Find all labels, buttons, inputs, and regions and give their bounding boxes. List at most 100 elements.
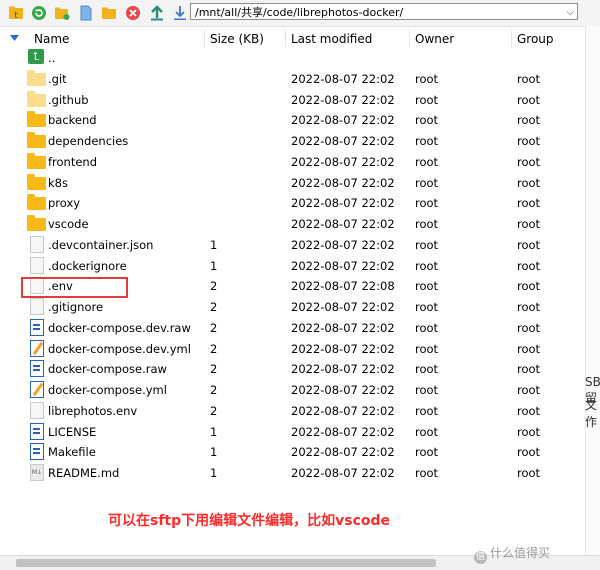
path-text: /mnt/all/共享/code/librephotos-docker/	[195, 6, 404, 19]
refresh-icon[interactable]	[31, 5, 47, 21]
file-row[interactable]: backend 2022-08-07 22:02 root root	[0, 110, 585, 130]
highlight-box	[21, 277, 128, 298]
new-folder-icon[interactable]	[54, 5, 70, 21]
file-row[interactable]: k8s 2022-08-07 22:02 root root	[0, 173, 585, 193]
file-group: root	[517, 383, 541, 397]
file-row[interactable]: LICENSE 1 2022-08-07 22:02 root root	[0, 422, 585, 442]
file-row[interactable]: docker-compose.yml 2 2022-08-07 22:02 root r…	[0, 380, 585, 400]
file-group: root	[517, 258, 541, 273]
download-icon[interactable]	[172, 5, 188, 21]
column-divider[interactable]	[409, 29, 410, 47]
file-size: 1	[210, 445, 218, 460]
file-row[interactable]: docker-compose.dev.yml 2 2022-08-07 22:02 r…	[0, 339, 585, 359]
file-modified: 2022-08-07 22:02	[291, 341, 395, 356]
new-file-icon[interactable]	[78, 5, 94, 21]
file-row[interactable]: .gitignore 2 2022-08-07 22:02 root root	[0, 297, 585, 317]
file-group: root	[517, 196, 541, 211]
file-name: frontend	[48, 154, 98, 169]
watermark: 值什么值得买	[474, 544, 550, 564]
column-header: Name Size (KB) Last modified Owner Group	[0, 28, 585, 48]
column-modified[interactable]: Last modified	[291, 32, 372, 46]
vertical-scrollbar[interactable]	[585, 26, 600, 555]
file-row[interactable]: vscode 2022-08-07 22:02 root root	[0, 214, 585, 234]
file-icon	[30, 381, 44, 398]
column-size[interactable]: Size (KB)	[210, 32, 264, 46]
file-row[interactable]: .github 2022-08-07 22:02 root root	[0, 90, 585, 110]
file-row[interactable]: librephotos.env 2 2022-08-07 22:02 root root	[0, 401, 585, 421]
column-divider[interactable]	[285, 29, 286, 47]
file-owner: root	[415, 154, 439, 169]
file-row[interactable]: docker-compose.dev.raw 2 2022-08-07 22:02 r…	[0, 318, 585, 338]
file-row[interactable]: frontend 2022-08-07 22:02 root root	[0, 152, 585, 172]
file-group: root	[517, 175, 541, 190]
file-size: 1	[210, 237, 218, 252]
file-modified: 2022-08-07 22:08	[291, 279, 395, 294]
folder-icon	[27, 111, 46, 128]
file-modified: 2022-08-07 22:02	[291, 383, 395, 397]
file-name: .git	[48, 71, 67, 86]
file-icon	[30, 422, 44, 440]
file-owner: root	[415, 92, 439, 107]
file-icon	[30, 318, 44, 336]
chevron-down-icon[interactable]: ⌵	[566, 4, 574, 21]
file-group: root	[517, 71, 541, 86]
file-icon	[30, 401, 44, 419]
file-row[interactable]: ⮤..	[0, 48, 585, 68]
file-owner: root	[415, 424, 439, 439]
file-row[interactable]: docker-compose.raw 2 2022-08-07 22:02 root r…	[0, 359, 585, 379]
file-size: 2	[210, 341, 218, 356]
file-group: root	[517, 341, 541, 356]
file-group: root	[517, 113, 541, 128]
folder-icon	[27, 215, 46, 231]
file-name: k8s	[48, 175, 68, 190]
column-divider[interactable]	[511, 29, 512, 47]
file-modified: 2022-08-07 22:02	[291, 196, 395, 211]
file-row[interactable]: .devcontainer.json 1 2022-08-07 22:02 root r…	[0, 235, 585, 255]
file-modified: 2022-08-07 22:02	[291, 217, 395, 231]
file-icon	[30, 235, 44, 253]
column-divider[interactable]	[204, 29, 205, 47]
file-name: docker-compose.dev.yml	[48, 341, 191, 356]
file-name: LICENSE	[48, 424, 97, 439]
column-name[interactable]: Name	[34, 32, 69, 46]
file-owner: root	[415, 362, 439, 377]
file-size: 2	[210, 320, 218, 335]
column-owner[interactable]: Owner	[415, 32, 454, 46]
file-row[interactable]: .git 2022-08-07 22:02 root root	[0, 69, 585, 89]
file-group: root	[517, 424, 541, 439]
file-row[interactable]: Makefile 1 2022-08-07 22:02 root root	[0, 442, 585, 462]
column-group[interactable]: Group	[517, 32, 554, 46]
file-name: docker-compose.dev.raw	[48, 320, 191, 335]
file-modified: 2022-08-07 22:02	[291, 320, 395, 335]
side-text-2: 文作	[585, 398, 598, 429]
file-name: vscode	[48, 217, 89, 231]
file-row[interactable]: M↓ README.md 1 2022-08-07 22:02 root root	[0, 463, 585, 483]
file-owner: root	[415, 279, 439, 294]
file-owner: root	[415, 383, 439, 397]
file-owner: root	[415, 113, 439, 128]
file-modified: 2022-08-07 22:02	[291, 466, 395, 480]
sort-arrow-icon[interactable]	[10, 35, 19, 42]
file-owner: root	[415, 445, 439, 460]
file-row[interactable]: dependencies 2022-08-07 22:02 root root	[0, 131, 585, 151]
file-name: backend	[48, 113, 97, 128]
open-folder-icon[interactable]	[101, 5, 117, 21]
folder-icon	[27, 194, 46, 211]
file-name: .devcontainer.json	[48, 237, 154, 252]
file-row[interactable]: proxy 2022-08-07 22:02 root root	[0, 193, 585, 213]
file-name: docker-compose.raw	[48, 362, 167, 377]
upload-icon[interactable]	[149, 5, 165, 21]
file-modified: 2022-08-07 22:02	[291, 403, 395, 418]
file-icon: M↓	[30, 464, 44, 481]
file-row[interactable]: .dockerignore 1 2022-08-07 22:02 root root	[0, 256, 585, 276]
file-size: 2	[210, 279, 218, 294]
parent-folder-icon[interactable]: t	[8, 5, 24, 21]
folder-icon	[27, 132, 46, 148]
path-input[interactable]: /mnt/all/共享/code/librephotos-docker/ ⌵	[190, 3, 578, 20]
delete-icon[interactable]	[125, 5, 141, 21]
folder-icon	[27, 90, 46, 107]
file-owner: root	[415, 134, 439, 148]
file-name: Makefile	[48, 445, 96, 460]
file-owner: root	[415, 175, 439, 190]
scrollbar-thumb[interactable]	[16, 559, 436, 567]
